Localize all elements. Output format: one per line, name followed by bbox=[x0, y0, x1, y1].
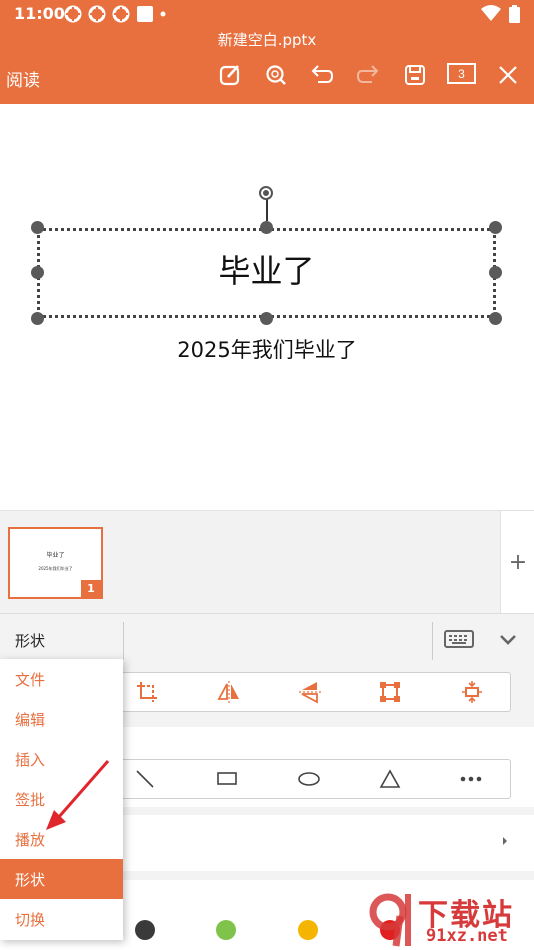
resize-handle-bottom[interactable] bbox=[260, 312, 273, 325]
rectangle-button[interactable] bbox=[211, 763, 243, 795]
menu-item-play[interactable]: 播放 bbox=[0, 819, 123, 859]
status-time: 11:00 bbox=[14, 4, 65, 23]
slide-number-badge: 1 bbox=[81, 580, 101, 597]
ellipse-button[interactable] bbox=[293, 763, 325, 795]
chevron-right-icon[interactable] bbox=[498, 834, 512, 848]
menu-item-shape[interactable]: 形状 bbox=[0, 859, 123, 899]
site-watermark: 下载站 91xz.net bbox=[366, 890, 534, 950]
more-shapes-button[interactable] bbox=[455, 763, 487, 795]
ribbon-tab-menu: 文件 编辑 插入 签批 播放 形状 切换 bbox=[0, 659, 123, 940]
menu-item-annotate[interactable]: 签批 bbox=[0, 779, 123, 819]
thumbnail-title: 毕业了 bbox=[46, 552, 65, 559]
close-icon bbox=[499, 66, 517, 84]
slide-thumbnail-strip: 毕业了 2025年我们毕业了 1 + bbox=[0, 510, 534, 613]
resize-icon bbox=[380, 682, 400, 702]
resize-handle-top-right[interactable] bbox=[489, 221, 502, 234]
add-slide-panel: + bbox=[500, 511, 534, 613]
triangle-icon bbox=[379, 769, 401, 788]
more-icon bbox=[460, 776, 482, 782]
search-icon bbox=[266, 65, 286, 85]
rectangle-icon bbox=[217, 772, 237, 785]
close-button[interactable] bbox=[494, 61, 522, 89]
undo-button[interactable] bbox=[308, 61, 336, 89]
watermark-en-text: 91xz.net bbox=[426, 926, 508, 946]
resize-button[interactable] bbox=[374, 676, 406, 708]
square-icon bbox=[137, 6, 153, 22]
crop-icon bbox=[137, 682, 157, 702]
rotate-handle[interactable] bbox=[259, 186, 273, 200]
resize-handle-top[interactable] bbox=[260, 221, 273, 234]
align-center-icon bbox=[462, 681, 482, 703]
triangle-button[interactable] bbox=[374, 763, 406, 795]
battery-icon bbox=[509, 5, 520, 23]
edit-button[interactable] bbox=[216, 61, 244, 89]
page-count-button[interactable]: 3 bbox=[447, 63, 476, 84]
notification-icon bbox=[64, 5, 82, 23]
watermark-logo-icon bbox=[369, 893, 411, 947]
document-title: 新建空白.pptx bbox=[217, 31, 317, 49]
wifi-icon bbox=[481, 5, 501, 21]
arrange-tools-group bbox=[112, 672, 511, 712]
save-icon bbox=[405, 65, 425, 85]
resize-handle-bottom-right[interactable] bbox=[489, 312, 502, 325]
ellipse-icon bbox=[298, 772, 320, 786]
line-icon bbox=[136, 770, 154, 788]
keyboard-icon[interactable] bbox=[444, 628, 474, 650]
divider bbox=[123, 622, 124, 660]
notification-icon bbox=[88, 5, 106, 23]
align-center-button[interactable] bbox=[456, 676, 488, 708]
flip-vertical-button[interactable] bbox=[294, 676, 326, 708]
menu-item-edit[interactable]: 编辑 bbox=[0, 699, 123, 739]
flip-vertical-icon bbox=[299, 682, 321, 704]
header-toolbar: 3 bbox=[0, 61, 534, 89]
notification-icon bbox=[112, 5, 130, 23]
status-system-icons bbox=[481, 5, 520, 23]
add-slide-button[interactable]: + bbox=[501, 549, 534, 575]
resize-handle-top-left[interactable] bbox=[31, 221, 44, 234]
chevron-down-icon[interactable] bbox=[496, 628, 520, 652]
edit-icon bbox=[219, 65, 240, 86]
slide-subtitle-text[interactable]: 2025年我们毕业了 bbox=[0, 334, 534, 364]
color-swatch-green[interactable] bbox=[216, 920, 236, 940]
redo-button[interactable] bbox=[354, 61, 382, 89]
ribbon-tab-row: 形状 bbox=[0, 613, 534, 665]
status-bar: 11:00 bbox=[0, 0, 534, 28]
thumbnail-subtitle: 2025年我们毕业了 bbox=[38, 566, 73, 571]
search-button[interactable] bbox=[262, 61, 290, 89]
flip-horizontal-icon bbox=[217, 681, 239, 703]
line-button[interactable] bbox=[129, 763, 161, 795]
slide-title-text[interactable]: 毕业了 bbox=[37, 246, 496, 292]
divider bbox=[432, 622, 433, 660]
flip-horizontal-button[interactable] bbox=[213, 676, 245, 708]
app-header: 11:00 新建空白.pptx 阅读 3 bbox=[0, 0, 534, 104]
menu-item-insert[interactable]: 插入 bbox=[0, 739, 123, 779]
dot-icon bbox=[160, 11, 166, 17]
status-notification-icons bbox=[64, 5, 166, 23]
color-swatch-yellow[interactable] bbox=[298, 920, 318, 940]
menu-item-file[interactable]: 文件 bbox=[0, 659, 123, 699]
undo-icon bbox=[311, 65, 334, 83]
crop-button[interactable] bbox=[131, 676, 163, 708]
menu-item-transition[interactable]: 切换 bbox=[0, 899, 123, 939]
resize-handle-bottom-left[interactable] bbox=[31, 312, 44, 325]
color-swatch-dark[interactable] bbox=[135, 920, 155, 940]
redo-icon bbox=[356, 65, 379, 83]
shape-tools-group bbox=[112, 759, 511, 799]
slide-thumbnail[interactable]: 毕业了 2025年我们毕业了 1 bbox=[8, 527, 103, 599]
save-button[interactable] bbox=[401, 61, 429, 89]
rotation-stem bbox=[266, 199, 268, 221]
